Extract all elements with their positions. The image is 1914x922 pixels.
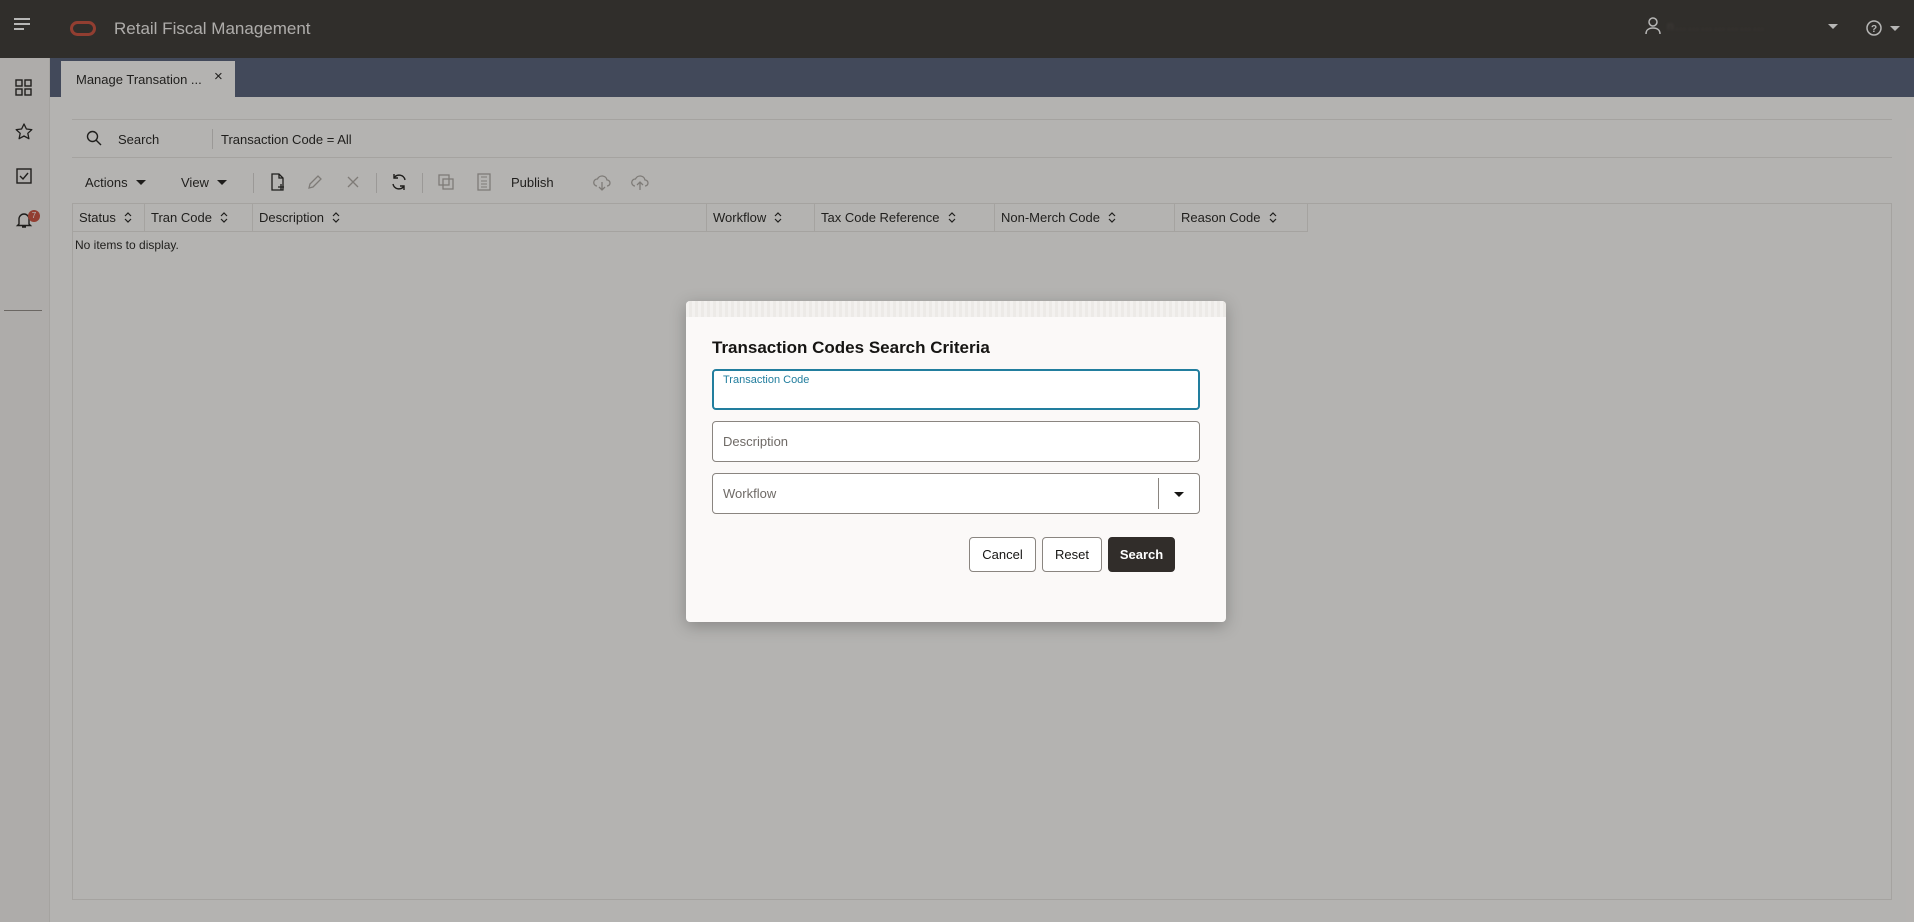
separator xyxy=(1158,478,1159,509)
transaction-code-field[interactable]: Transaction Code xyxy=(712,369,1200,410)
description-field[interactable]: Description xyxy=(712,421,1200,462)
transaction-code-input[interactable] xyxy=(723,389,1183,405)
transaction-code-label: Transaction Code xyxy=(723,374,810,386)
search-criteria-dialog: Transaction Codes Search Criteria Transa… xyxy=(686,301,1226,622)
dialog-title: Transaction Codes Search Criteria xyxy=(712,338,990,357)
chevron-down-icon[interactable] xyxy=(1174,492,1184,497)
workflow-select[interactable]: Workflow xyxy=(712,473,1200,514)
reset-button[interactable]: Reset xyxy=(1042,537,1102,572)
workflow-placeholder: Workflow xyxy=(723,486,777,501)
description-placeholder: Description xyxy=(723,434,789,449)
search-button[interactable]: Search xyxy=(1108,537,1175,572)
dialog-drag-header[interactable] xyxy=(686,301,1226,317)
cancel-button[interactable]: Cancel xyxy=(969,537,1036,572)
